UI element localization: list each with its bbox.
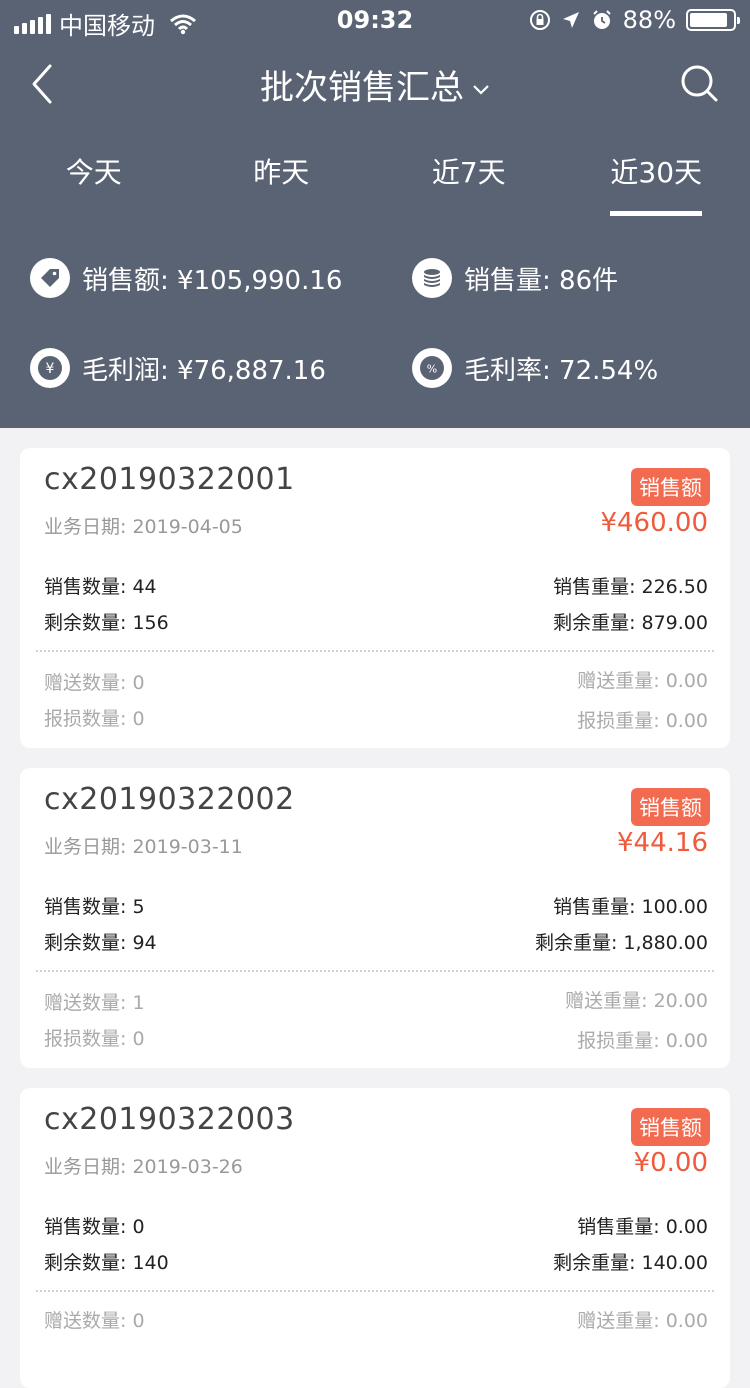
batch-card[interactable]: cx20190322003 业务日期: 2019-03-26 销售额 ¥0.00… bbox=[20, 1088, 730, 1388]
status-right: 88% bbox=[529, 6, 736, 34]
sales-amount-badge: 销售额 bbox=[631, 1108, 710, 1146]
header: 中国移动 09:32 88% bbox=[0, 0, 750, 428]
rotation-lock-icon bbox=[529, 9, 551, 31]
stat-sales-volume: 销售量: 86件 bbox=[412, 258, 618, 298]
sale-weight: 销售重量: 100.00 bbox=[553, 892, 708, 919]
sales-amount-badge: 销售额 bbox=[631, 788, 710, 826]
sales-amount: ¥460.00 bbox=[600, 508, 708, 538]
divider bbox=[36, 650, 714, 652]
stat-gross-profit-text: 毛利润: ¥76,887.16 bbox=[82, 350, 326, 387]
tab-yesterday[interactable]: 昨天 bbox=[188, 145, 376, 220]
sales-amount: ¥44.16 bbox=[617, 828, 708, 858]
sale-weight: 销售重量: 226.50 bbox=[553, 572, 708, 599]
battery-fill bbox=[690, 13, 727, 27]
stat-gross-margin-text: 毛利率: 72.54% bbox=[464, 350, 658, 387]
stat-sales-amount: 销售额: ¥105,990.16 bbox=[30, 258, 342, 298]
gift-quantity: 赠送数量: 1 bbox=[44, 988, 145, 1015]
sale-weight: 销售重量: 0.00 bbox=[577, 1212, 708, 1239]
coins-stack-icon bbox=[412, 258, 452, 298]
sale-quantity: 销售数量: 5 bbox=[44, 892, 145, 919]
loss-quantity: 报损数量: 0 bbox=[44, 1024, 145, 1051]
loss-weight: 报损重量: 0.00 bbox=[577, 706, 708, 733]
batch-id: cx20190322001 bbox=[44, 462, 295, 497]
sales-amount: ¥0.00 bbox=[634, 1148, 708, 1178]
remaining-quantity: 剩余数量: 94 bbox=[44, 928, 157, 955]
stat-sales-amount-text: 销售额: ¥105,990.16 bbox=[82, 260, 342, 297]
battery-icon bbox=[686, 9, 736, 31]
percent-badge-icon: % bbox=[412, 348, 452, 388]
remaining-weight: 剩余重量: 140.00 bbox=[553, 1248, 708, 1275]
divider bbox=[36, 970, 714, 972]
tab-today[interactable]: 今天 bbox=[0, 145, 188, 220]
date-range-tabs: 今天 昨天 近7天 近30天 bbox=[0, 145, 750, 220]
percent-symbol: % bbox=[427, 363, 437, 376]
gift-weight: 赠送重量: 20.00 bbox=[565, 986, 708, 1013]
business-date: 业务日期: 2019-03-11 bbox=[44, 832, 243, 859]
page-title[interactable]: 批次销售汇总 bbox=[0, 60, 750, 109]
remaining-weight: 剩余重量: 879.00 bbox=[553, 608, 708, 635]
batch-id: cx20190322003 bbox=[44, 1102, 295, 1137]
yen-symbol: ¥ bbox=[46, 361, 55, 377]
remaining-quantity: 剩余数量: 156 bbox=[44, 608, 169, 635]
gift-weight: 赠送重量: 0.00 bbox=[577, 666, 708, 693]
page-title-text: 批次销售汇总 bbox=[260, 68, 464, 108]
batch-card[interactable]: cx20190322001 业务日期: 2019-04-05 销售额 ¥460.… bbox=[20, 448, 730, 748]
gift-quantity: 赠送数量: 0 bbox=[44, 1306, 145, 1333]
nav-bar: 批次销售汇总 bbox=[0, 50, 750, 120]
sale-quantity: 销售数量: 44 bbox=[44, 572, 157, 599]
divider bbox=[36, 1290, 714, 1292]
stat-gross-profit: ¥ 毛利润: ¥76,887.16 bbox=[30, 348, 326, 388]
alarm-icon bbox=[591, 9, 613, 31]
business-date: 业务日期: 2019-04-05 bbox=[44, 512, 243, 539]
search-button[interactable] bbox=[678, 62, 720, 104]
tab-last-7-days[interactable]: 近7天 bbox=[375, 145, 563, 220]
sales-amount-badge: 销售额 bbox=[631, 468, 710, 506]
batch-card[interactable]: cx20190322002 业务日期: 2019-03-11 销售额 ¥44.1… bbox=[20, 768, 730, 1068]
tag-icon bbox=[30, 258, 70, 298]
status-bar: 中国移动 09:32 88% bbox=[0, 0, 750, 40]
stat-gross-margin: % 毛利率: 72.54% bbox=[412, 348, 658, 388]
gift-weight: 赠送重量: 0.00 bbox=[577, 1306, 708, 1333]
stat-sales-volume-text: 销售量: 86件 bbox=[464, 260, 618, 297]
chevron-down-icon bbox=[472, 84, 490, 96]
battery-percent: 88% bbox=[623, 6, 676, 34]
loss-weight: 报损重量: 0.00 bbox=[577, 1026, 708, 1053]
gift-quantity: 赠送数量: 0 bbox=[44, 668, 145, 695]
business-date: 业务日期: 2019-03-26 bbox=[44, 1152, 243, 1179]
sale-quantity: 销售数量: 0 bbox=[44, 1212, 145, 1239]
remaining-quantity: 剩余数量: 140 bbox=[44, 1248, 169, 1275]
yen-coin-icon: ¥ bbox=[30, 348, 70, 388]
remaining-weight: 剩余重量: 1,880.00 bbox=[535, 928, 708, 955]
loss-quantity: 报损数量: 0 bbox=[44, 704, 145, 731]
location-icon bbox=[561, 10, 581, 30]
batch-id: cx20190322002 bbox=[44, 782, 295, 817]
tab-last-30-days[interactable]: 近30天 bbox=[563, 145, 750, 220]
